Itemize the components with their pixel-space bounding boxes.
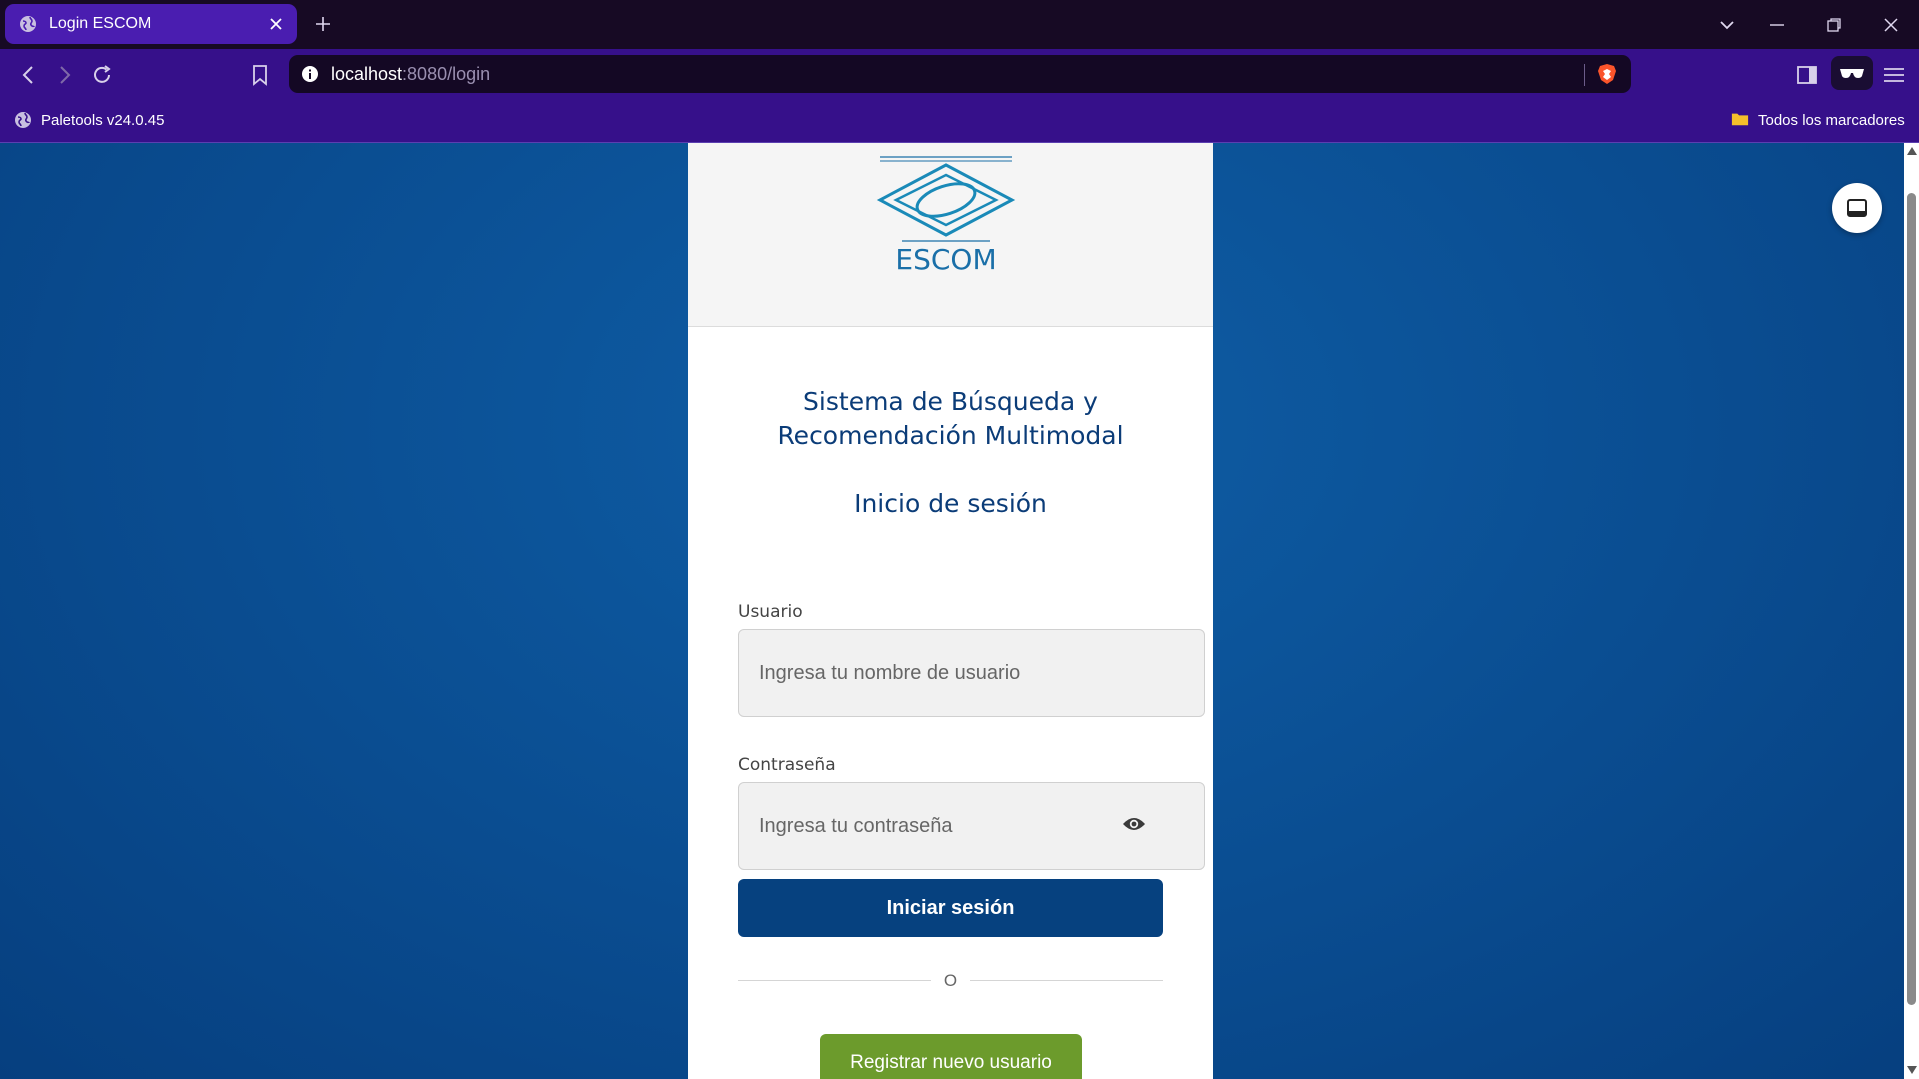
bookmark-all-bookmarks[interactable]: Todos los marcadores [1731, 111, 1905, 129]
login-button[interactable]: Iniciar sesión [738, 879, 1163, 937]
tab-search-chevron-icon[interactable] [1716, 14, 1738, 36]
title-line-1: Sistema de Búsqueda y [803, 387, 1098, 416]
forward-button[interactable] [52, 62, 78, 88]
folder-icon [1731, 111, 1749, 129]
tab-login-escom[interactable]: Login ESCOM [5, 4, 297, 44]
page-viewport: ESCOM Sistema de Búsqueda y Recomendació… [0, 143, 1919, 1079]
password-input[interactable] [759, 814, 1099, 838]
username-input[interactable] [759, 661, 1099, 685]
tab-title: Login ESCOM [49, 15, 152, 32]
page-scrollbar[interactable] [1904, 143, 1919, 1079]
page-title: Sistema de Búsqueda y Recomendación Mult… [688, 385, 1213, 453]
new-tab-button[interactable] [312, 13, 334, 35]
password-field[interactable] [738, 782, 1205, 870]
close-icon[interactable] [267, 15, 285, 33]
floating-panel-button[interactable] [1832, 183, 1882, 233]
or-divider: O [738, 971, 1163, 991]
globe-icon [14, 111, 32, 129]
login-heading: Inicio de sesión [854, 489, 1047, 518]
browser-toolbar: localhost:8080/login [0, 49, 1919, 101]
eye-icon[interactable] [1122, 816, 1146, 838]
reader-mode-glasses-icon[interactable] [1831, 56, 1873, 90]
close-window-button[interactable] [1880, 14, 1902, 36]
bookmark-label: Todos los marcadores [1758, 111, 1905, 129]
scroll-thumb[interactable] [1907, 193, 1916, 1005]
title-line-2: Recomendación Multimodal [777, 421, 1124, 450]
or-text: O [943, 971, 958, 990]
login-card: ESCOM Sistema de Búsqueda y Recomendació… [688, 143, 1213, 1079]
bookmarks-bar: Paletools v24.0.45 Todos los marcadores [0, 101, 1919, 143]
register-button[interactable]: Registrar nuevo usuario [820, 1034, 1082, 1079]
scroll-down-arrow-icon[interactable] [1907, 1066, 1917, 1074]
brave-shields-icon[interactable] [1597, 63, 1617, 85]
username-field[interactable] [738, 629, 1205, 717]
escom-logo: ESCOM [876, 156, 1016, 275]
scroll-up-arrow-icon[interactable] [1907, 147, 1917, 155]
divider [1584, 64, 1585, 86]
menu-icon[interactable] [1880, 61, 1908, 89]
window-icon [1847, 199, 1867, 217]
logo-text: ESCOM [895, 243, 996, 275]
restore-button[interactable] [1823, 14, 1845, 36]
info-icon[interactable] [301, 65, 319, 83]
minimize-button[interactable] [1766, 14, 1788, 36]
bookmark-icon[interactable] [247, 62, 273, 88]
password-label: Contraseña [738, 755, 836, 775]
sidebar-toggle-icon[interactable] [1793, 61, 1821, 89]
username-label: Usuario [738, 602, 803, 622]
back-button[interactable] [15, 62, 41, 88]
url-text: localhost:8080/login [331, 63, 491, 84]
tab-strip: Login ESCOM [0, 0, 1919, 49]
bookmark-paletools[interactable]: Paletools v24.0.45 [14, 111, 164, 129]
reload-button[interactable] [89, 62, 115, 88]
bookmark-label: Paletools v24.0.45 [41, 111, 165, 129]
address-bar[interactable]: localhost:8080/login [289, 55, 1631, 93]
globe-icon [19, 15, 37, 33]
card-header: ESCOM [688, 143, 1213, 327]
